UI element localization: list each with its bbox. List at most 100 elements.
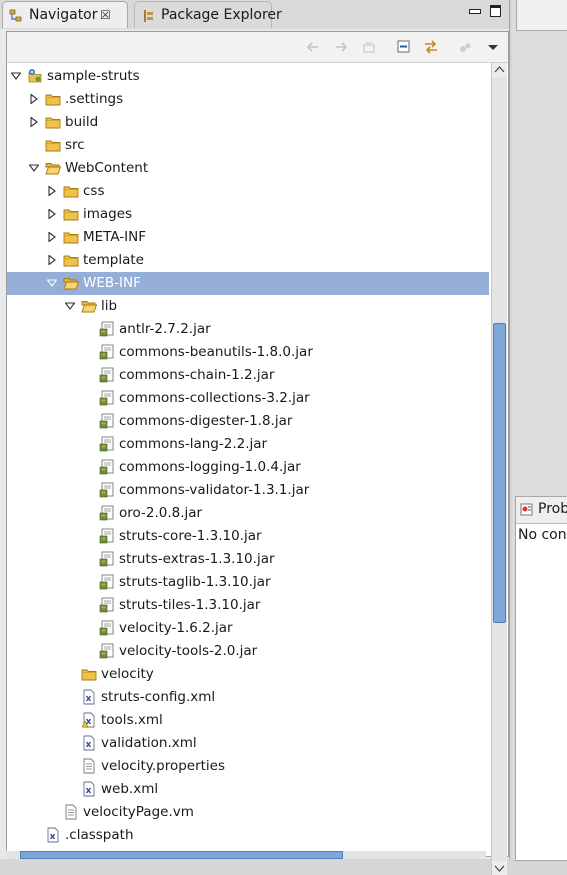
maximize-icon[interactable] xyxy=(489,4,502,17)
vertical-scrollbar[interactable] xyxy=(491,63,507,875)
jar-icon xyxy=(99,390,114,406)
expanded-chevron-icon[interactable] xyxy=(65,301,75,311)
link-with-editor-icon[interactable] xyxy=(423,39,439,55)
tree-row[interactable]: tools.xml xyxy=(7,709,489,732)
tree-row[interactable]: WebContent xyxy=(7,157,489,180)
folder-open-icon xyxy=(81,301,97,313)
jar-icon xyxy=(99,459,114,475)
tree-row[interactable]: build xyxy=(7,111,489,134)
tree-row[interactable]: velocity-1.6.2.jar xyxy=(7,617,489,640)
tree-row[interactable]: antlr-2.7.2.jar xyxy=(7,318,489,341)
xml-file-icon xyxy=(47,827,59,843)
folder-icon xyxy=(63,255,79,267)
minimize-icon[interactable] xyxy=(468,4,481,17)
tree-row[interactable]: commons-beanutils-1.8.0.jar xyxy=(7,341,489,364)
tree-row[interactable]: velocity xyxy=(7,663,489,686)
tree-row[interactable]: lib xyxy=(7,295,489,318)
filter-icon[interactable] xyxy=(457,39,473,55)
navigator-icon xyxy=(9,9,22,22)
collapsed-chevron-icon[interactable] xyxy=(47,255,57,265)
jar-icon xyxy=(99,505,114,521)
tree-item-label: .classpath xyxy=(65,827,134,843)
expanded-chevron-icon[interactable] xyxy=(29,163,39,173)
tree-row[interactable]: velocityPage.vm xyxy=(7,801,489,824)
tree-row[interactable]: commons-digester-1.8.jar xyxy=(7,410,489,433)
collapsed-chevron-icon[interactable] xyxy=(29,94,39,104)
tree-item-label: src xyxy=(65,137,85,153)
tree-item-label: web.xml xyxy=(101,781,159,797)
collapsed-chevron-icon[interactable] xyxy=(47,186,57,196)
navigator-content: sample-struts .settings build src WebContent… xyxy=(6,31,509,875)
scroll-down-icon[interactable] xyxy=(492,861,507,875)
jar-icon xyxy=(99,574,114,590)
tab-package-explorer[interactable]: Package Explorer xyxy=(134,1,282,28)
tree-row[interactable]: struts-config.xml xyxy=(7,686,489,709)
tree-row[interactable]: velocity.properties xyxy=(7,755,489,778)
tree-row[interactable]: struts-core-1.3.10.jar xyxy=(7,525,489,548)
tab-navigator[interactable]: Navigator ☒ xyxy=(2,1,128,28)
tree-item-label: sample-struts xyxy=(47,68,140,84)
tree-row[interactable]: commons-validator-1.3.1.jar xyxy=(7,479,489,502)
tree-row[interactable]: sample-struts xyxy=(7,65,489,88)
xml-file-icon xyxy=(83,781,95,797)
tab-problems-label: Prob xyxy=(538,501,567,517)
tree-item-label: commons-validator-1.3.1.jar xyxy=(119,482,310,498)
tree-row[interactable]: src xyxy=(7,134,489,157)
tree-row[interactable]: struts-extras-1.3.10.jar xyxy=(7,548,489,571)
tab-navigator-label: Navigator xyxy=(29,7,98,23)
tree-item-label: build xyxy=(65,114,99,130)
back-arrow-icon[interactable] xyxy=(305,39,321,55)
jar-icon xyxy=(99,551,114,567)
tree-item-label: WEB-INF xyxy=(83,275,141,291)
horizontal-scrollbar-thumb[interactable] xyxy=(20,851,343,859)
tree-item-label: commons-digester-1.8.jar xyxy=(119,413,293,429)
tree-item-label: commons-collections-3.2.jar xyxy=(119,390,310,406)
tree-row[interactable]: WEB-INF xyxy=(7,272,489,295)
jar-icon xyxy=(99,321,114,337)
tree-row[interactable]: web.xml xyxy=(7,778,489,801)
tree-item-label: validation.xml xyxy=(101,735,197,751)
tree-row[interactable]: images xyxy=(7,203,489,226)
jar-icon xyxy=(99,367,114,383)
view-toolbar xyxy=(7,32,508,63)
tree-row[interactable]: validation.xml xyxy=(7,732,489,755)
tree-row[interactable]: commons-lang-2.2.jar xyxy=(7,433,489,456)
tree-row[interactable]: commons-logging-1.0.4.jar xyxy=(7,456,489,479)
view-menu-chevron-icon[interactable] xyxy=(485,39,501,55)
tree-row[interactable]: css xyxy=(7,180,489,203)
folder-icon xyxy=(45,117,61,129)
tree-row[interactable]: struts-tiles-1.3.10.jar xyxy=(7,594,489,617)
resource-tree: sample-struts .settings build src WebContent… xyxy=(7,63,491,874)
tree-row[interactable]: .settings xyxy=(7,88,489,111)
collapsed-chevron-icon[interactable] xyxy=(29,117,39,127)
tree-item-label: WebContent xyxy=(65,160,149,176)
tree-row[interactable]: commons-chain-1.2.jar xyxy=(7,364,489,387)
tree-item-label: velocity xyxy=(101,666,154,682)
scrollbar-thumb[interactable] xyxy=(493,323,506,623)
tree-item-label: commons-chain-1.2.jar xyxy=(119,367,275,383)
folder-icon xyxy=(63,186,79,198)
close-icon[interactable]: ☒ xyxy=(100,2,111,29)
collapsed-chevron-icon[interactable] xyxy=(47,232,57,242)
tree-row[interactable]: template xyxy=(7,249,489,272)
tree-row[interactable]: META-INF xyxy=(7,226,489,249)
tab-package-explorer-label: Package Explorer xyxy=(161,7,282,23)
tab-problems[interactable]: Prob xyxy=(516,497,567,524)
forward-arrow-icon[interactable] xyxy=(333,39,349,55)
tree-row[interactable]: velocity-tools-2.0.jar xyxy=(7,640,489,663)
expanded-chevron-icon[interactable] xyxy=(47,278,57,288)
go-up-icon[interactable] xyxy=(361,39,377,55)
tree-item-label: velocity.properties xyxy=(101,758,226,774)
tree-row[interactable]: oro-2.0.8.jar xyxy=(7,502,489,525)
tree-row[interactable]: commons-collections-3.2.jar xyxy=(7,387,489,410)
tree-item-label: css xyxy=(83,183,105,199)
collapse-all-icon[interactable] xyxy=(396,39,412,55)
xml-warning-icon xyxy=(81,712,95,728)
collapsed-chevron-icon[interactable] xyxy=(47,209,57,219)
scroll-up-icon[interactable] xyxy=(492,63,507,77)
tree-item-label: lib xyxy=(101,298,118,314)
horizontal-scrollbar[interactable] xyxy=(6,851,486,859)
tree-row[interactable]: .classpath xyxy=(7,824,489,847)
expanded-chevron-icon[interactable] xyxy=(11,71,21,81)
tree-row[interactable]: struts-taglib-1.3.10.jar xyxy=(7,571,489,594)
